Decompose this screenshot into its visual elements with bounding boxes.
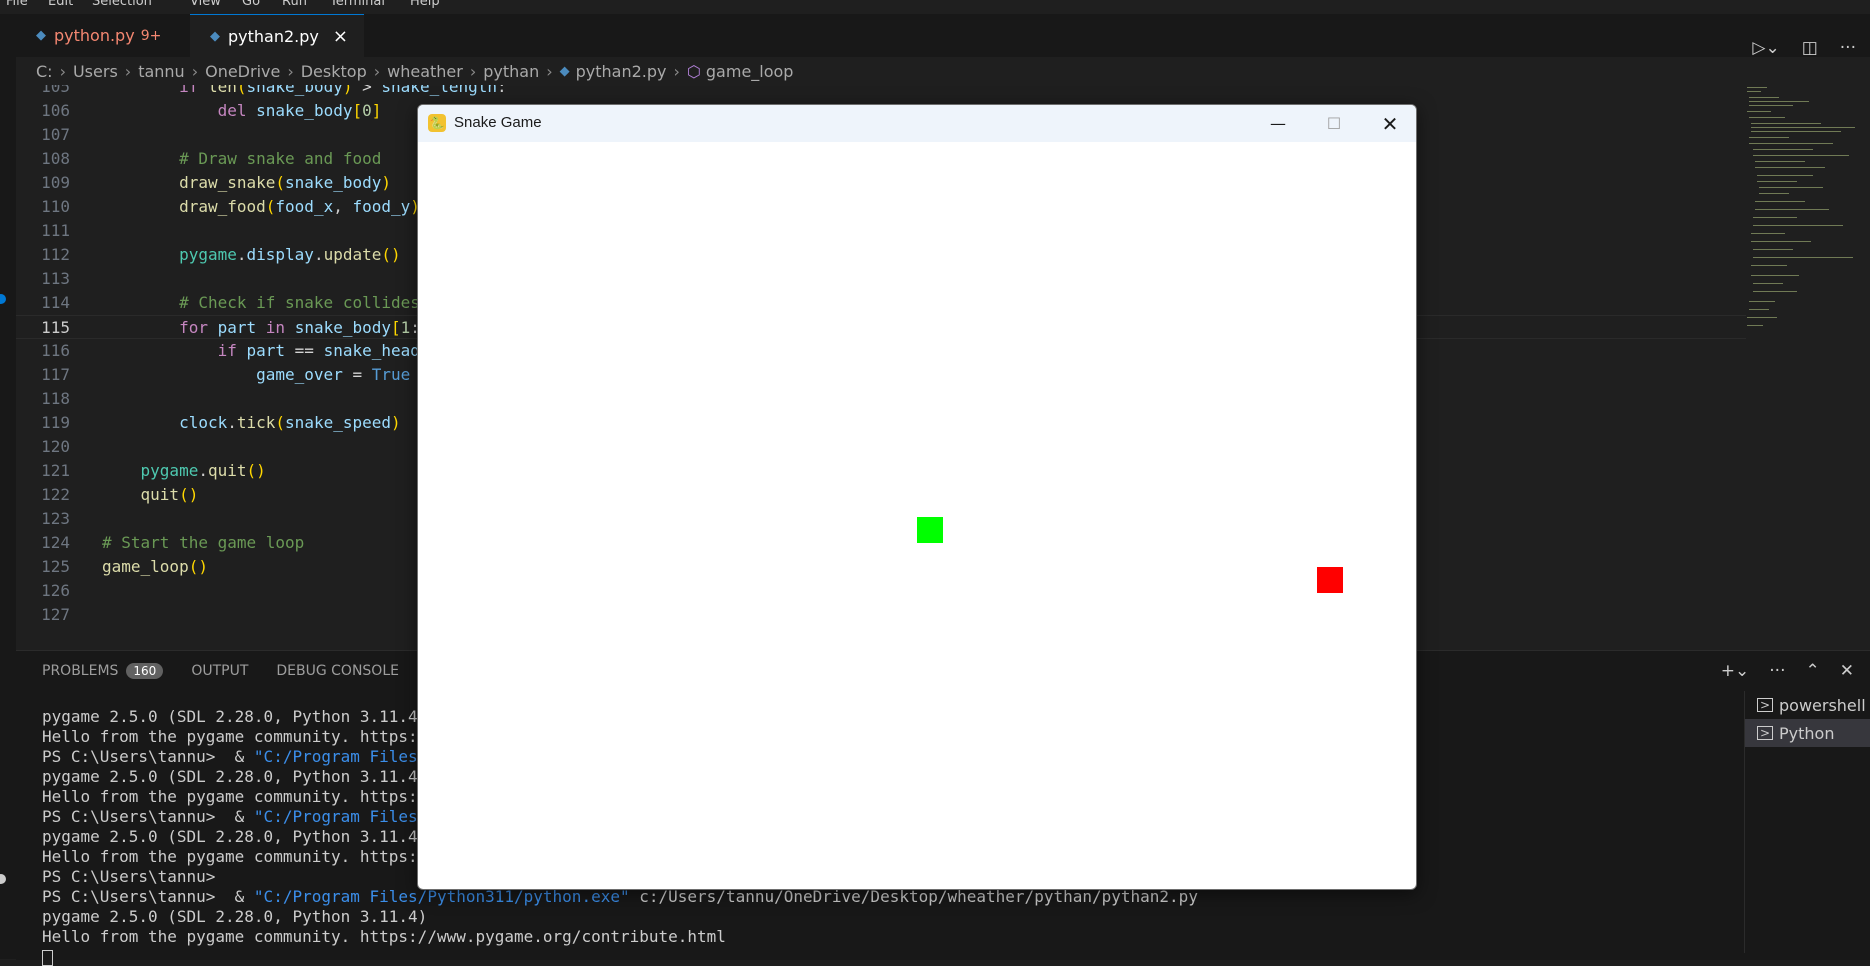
menu-run[interactable]: Run: [282, 0, 307, 9]
breadcrumb-item[interactable]: C:: [36, 62, 53, 81]
menu-edit[interactable]: Edit: [48, 0, 73, 9]
tab-debug-console[interactable]: DEBUG CONSOLE: [276, 663, 399, 679]
minimap[interactable]: [1745, 85, 1860, 345]
more-actions-icon[interactable]: ···: [1840, 38, 1856, 58]
close-panel-icon[interactable]: ✕: [1840, 661, 1854, 681]
breadcrumb-item[interactable]: pythan2.py: [576, 62, 667, 81]
panel-actions: +⌄ ··· ⌃ ✕: [1721, 661, 1854, 681]
menu-view[interactable]: View: [190, 0, 221, 9]
breadcrumb-item[interactable]: game_loop: [706, 62, 794, 81]
python-file-icon: ◆: [210, 28, 220, 44]
panel-tabs: PROBLEMS160 OUTPUT DEBUG CONSOLE TE: [42, 663, 444, 679]
tab-problems[interactable]: PROBLEMS 160: [42, 663, 164, 679]
snake-game-window: 🐍 Snake Game — ☐ ✕: [417, 104, 1417, 890]
chevron-right-icon: ›: [287, 61, 294, 81]
tab-output[interactable]: OUTPUT: [191, 663, 248, 679]
terminal-item-powershell[interactable]: > powershell: [1745, 691, 1870, 719]
minimize-button[interactable]: —: [1250, 105, 1306, 142]
chevron-right-icon: ›: [673, 61, 680, 81]
breadcrumb: C: › Users › tannu › OneDrive › Desktop › whe…: [16, 57, 1870, 85]
breadcrumb-item[interactable]: Users: [73, 62, 118, 81]
activity-bar: [0, 14, 16, 959]
terminal-cursor: [42, 950, 53, 966]
problems-count-badge: 160: [126, 663, 164, 679]
pygame-icon: 🐍: [428, 114, 446, 132]
menu-go[interactable]: Go: [242, 0, 260, 9]
code-line: 105 if len(snake_body) > snake_length:: [41, 85, 507, 96]
split-editor-icon[interactable]: ◫: [1802, 38, 1818, 58]
maximize-panel-icon[interactable]: ⌃: [1806, 661, 1820, 681]
chevron-right-icon: ›: [124, 61, 132, 81]
method-icon: ⬡: [686, 61, 701, 81]
python-file-icon: ◆: [559, 63, 570, 79]
terminal-line: pygame 2.5.0 (SDL 2.28.0, Python 3.11.4): [42, 907, 428, 926]
tab-python-py[interactable]: ◆ python.py 9+: [16, 14, 190, 57]
terminal-line: Hello from the pygame community. https:/…: [42, 927, 726, 946]
tab-label: python.py: [54, 26, 135, 45]
tab-pythan2-py[interactable]: ◆ pythan2.py ×: [190, 14, 364, 57]
breadcrumb-item[interactable]: pythan: [483, 62, 539, 81]
terminal-icon: >: [1757, 726, 1773, 740]
window-title: Snake Game: [454, 114, 542, 131]
breadcrumb-item[interactable]: OneDrive: [205, 62, 280, 81]
editor-tabs: ◆ python.py 9+ ◆ pythan2.py × ▷⌄ ◫ ···: [16, 14, 1870, 58]
close-button[interactable]: ✕: [1362, 105, 1416, 142]
menu-help[interactable]: Help: [410, 0, 440, 9]
chevron-right-icon: ›: [59, 61, 66, 81]
new-terminal-icon[interactable]: +⌄: [1721, 661, 1750, 681]
breadcrumb-item[interactable]: Desktop: [301, 62, 367, 81]
editor-actions: ▷⌄ ◫ ···: [1752, 38, 1856, 58]
chevron-right-icon: ›: [469, 61, 477, 81]
chevron-right-icon: ›: [191, 61, 199, 81]
menu-bar: File Edit Selection View Go Run Terminal…: [0, 0, 1870, 14]
tab-label: pythan2.py: [228, 26, 319, 46]
terminal-line: PS C:\Users\tannu> & "C:/Program Files/P…: [42, 887, 1198, 906]
run-icon[interactable]: ▷⌄: [1752, 38, 1779, 58]
notification-dot: [0, 294, 6, 304]
breadcrumb-item[interactable]: tannu: [138, 62, 185, 81]
close-icon[interactable]: ×: [333, 26, 348, 47]
snake-segment: [917, 517, 943, 543]
terminal-list: > powershell > Python: [1744, 691, 1870, 953]
python-file-icon: ◆: [36, 28, 46, 43]
tab-problems-badge: 9+: [140, 27, 162, 44]
maximize-button[interactable]: ☐: [1306, 105, 1362, 142]
breadcrumb-item[interactable]: wheather: [387, 62, 463, 81]
terminal-icon: >: [1757, 698, 1773, 712]
accounts-icon[interactable]: [0, 874, 6, 884]
chevron-right-icon: ›: [546, 61, 553, 81]
terminal-item-python[interactable]: > Python: [1745, 719, 1870, 747]
menu-terminal[interactable]: Terminal: [330, 0, 385, 9]
food-block: [1317, 567, 1343, 593]
menu-selection[interactable]: Selection: [92, 0, 152, 9]
more-actions-icon[interactable]: ···: [1769, 661, 1785, 681]
menu-file[interactable]: File: [6, 0, 28, 9]
window-titlebar[interactable]: 🐍 Snake Game — ☐ ✕: [418, 105, 1416, 142]
chevron-right-icon: ›: [373, 61, 381, 81]
